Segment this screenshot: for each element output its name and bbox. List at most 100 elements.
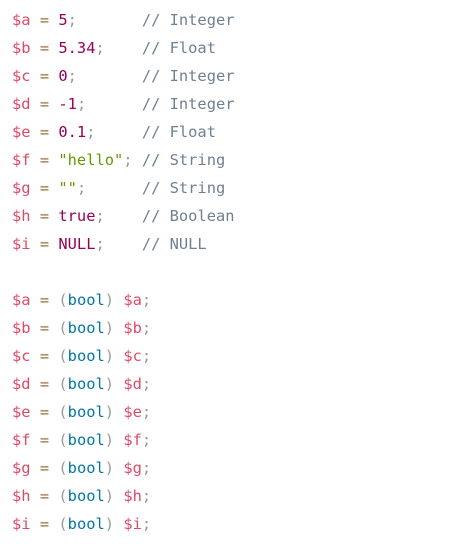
token-keyword: bool <box>67 431 105 449</box>
token-punctuation: ; <box>67 67 77 85</box>
token-operator: = <box>39 403 50 421</box>
code-line: $c = 0; // Integer <box>12 62 450 90</box>
token-number: 0.1 <box>58 123 87 141</box>
code-line: $f = "hello"; // String <box>12 146 450 174</box>
token-operator: = <box>39 151 50 169</box>
token-punctuation: ) <box>104 515 115 533</box>
token-variable: $e <box>123 403 142 421</box>
token-variable: $a <box>123 291 142 309</box>
token-punctuation: ; <box>141 515 152 533</box>
token-punctuation: ) <box>104 487 115 505</box>
token-operator: = <box>39 487 50 505</box>
token-comment: // String <box>141 179 226 197</box>
token-variable: $d <box>12 95 31 113</box>
token-punctuation: ; <box>76 95 87 113</box>
code-line: $b = 5.34; // Float <box>12 34 450 62</box>
token-variable: $i <box>12 235 31 253</box>
token-keyword: bool <box>67 403 105 421</box>
token-number: 0 <box>58 67 68 85</box>
token-variable: $h <box>12 487 31 505</box>
token-operator: = <box>39 515 50 533</box>
token-punctuation: ( <box>58 459 68 477</box>
token-punctuation: ; <box>141 431 152 449</box>
token-variable: $i <box>12 515 31 533</box>
token-operator: = <box>39 179 50 197</box>
token-comment: // Boolean <box>141 207 235 225</box>
token-punctuation: ; <box>141 347 152 365</box>
token-operator: = <box>39 347 50 365</box>
token-punctuation: ; <box>141 459 152 477</box>
token-number: -1 <box>58 95 77 113</box>
token-punctuation: ; <box>141 375 152 393</box>
code-line: $f = (bool) $f; <box>12 426 450 454</box>
token-keyword: bool <box>67 319 105 337</box>
token-punctuation: ; <box>95 207 105 225</box>
code-line: $c = (bool) $c; <box>12 342 450 370</box>
code-line: $a = 5; // Integer <box>12 6 450 34</box>
token-punctuation: ) <box>104 459 115 477</box>
token-punctuation: ; <box>141 487 152 505</box>
token-variable: $a <box>12 11 31 29</box>
token-operator: = <box>39 431 50 449</box>
token-constant: NULL <box>58 235 96 253</box>
token-variable: $c <box>123 347 142 365</box>
token-keyword: bool <box>67 515 105 533</box>
token-operator: = <box>39 67 50 85</box>
token-string: "" <box>58 179 77 197</box>
token-punctuation: ) <box>104 291 115 309</box>
code-line: $b = (bool) $b; <box>12 314 450 342</box>
token-number: 5 <box>58 11 68 29</box>
token-punctuation: ; <box>95 235 105 253</box>
code-line: $e = 0.1; // Float <box>12 118 450 146</box>
token-keyword: bool <box>67 459 105 477</box>
token-variable: $b <box>12 319 31 337</box>
token-operator: = <box>39 39 50 57</box>
code-line: $h = true; // Boolean <box>12 202 450 230</box>
token-punctuation: ; <box>67 11 77 29</box>
code-block: $a = 5; // Integer $b = 5.34; // Float $c … <box>0 0 450 538</box>
token-punctuation: ) <box>104 375 115 393</box>
token-variable: $e <box>12 123 31 141</box>
token-punctuation: ; <box>141 319 152 337</box>
token-variable: $c <box>12 347 31 365</box>
token-variable: $i <box>123 515 142 533</box>
token-variable: $g <box>12 179 31 197</box>
token-comment: // String <box>141 151 226 169</box>
token-variable: $b <box>123 319 142 337</box>
token-variable: $d <box>123 375 142 393</box>
token-variable: $f <box>12 431 31 449</box>
token-number: 5.34 <box>58 39 96 57</box>
token-punctuation: ) <box>104 431 115 449</box>
